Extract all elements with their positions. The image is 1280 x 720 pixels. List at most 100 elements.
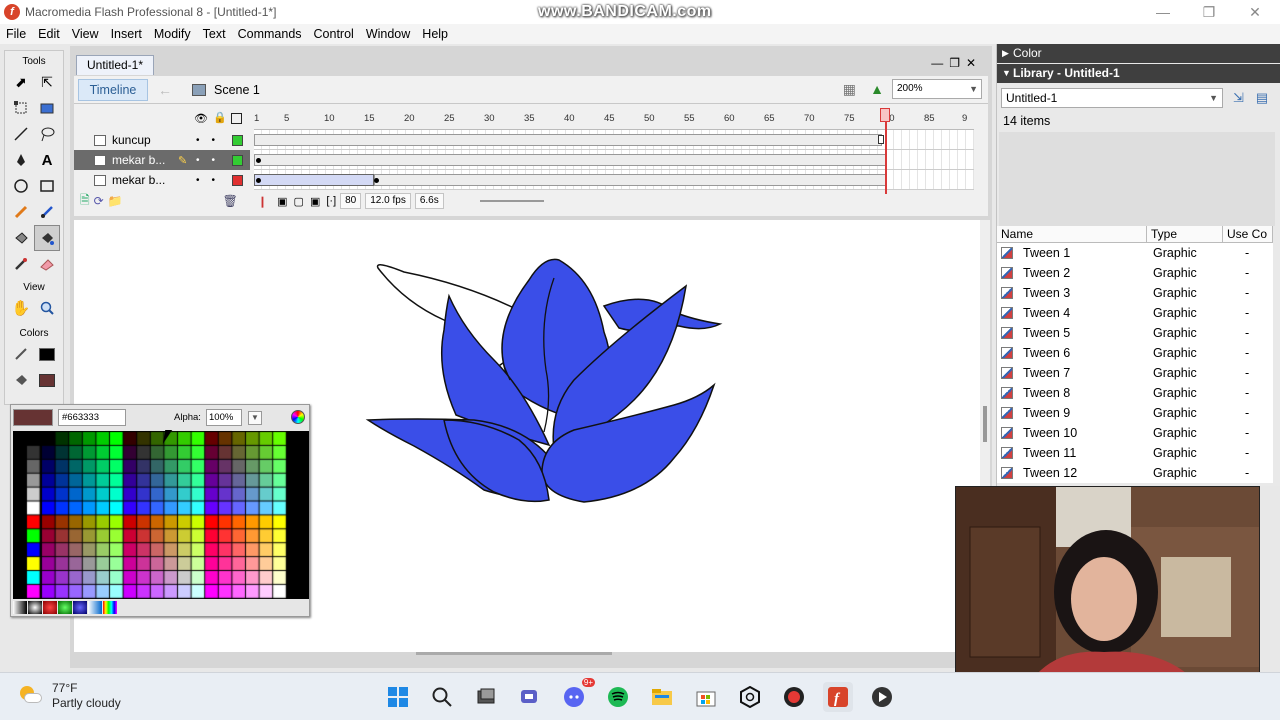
new-library-icon[interactable]: ▤: [1256, 90, 1280, 105]
eyedropper-tool-icon[interactable]: [8, 251, 34, 277]
library-item[interactable]: Tween 2 Graphic -: [997, 263, 1273, 283]
delete-layer-icon[interactable]: 🗑: [223, 194, 238, 208]
frame-ruler[interactable]: 1 5 10 15 20 25 30 35 40 45 50 55 60 65 …: [254, 108, 974, 130]
subselection-tool-icon[interactable]: ⇱: [34, 69, 60, 95]
pencil-tool-icon[interactable]: [8, 199, 34, 225]
ink-bottle-tool-icon[interactable]: [8, 225, 34, 251]
library-item[interactable]: Tween 11 Graphic -: [997, 443, 1273, 463]
library-item[interactable]: Tween 8 Graphic -: [997, 383, 1273, 403]
library-panel-header[interactable]: ▼ Library - Untitled-1: [997, 64, 1280, 83]
fill-color-swatch[interactable]: [34, 367, 60, 393]
eye-icon[interactable]: 👁: [194, 112, 208, 125]
close-button[interactable]: ✕: [1232, 0, 1278, 24]
menu-file[interactable]: File: [0, 27, 32, 41]
stroke-color-swatch[interactable]: [34, 341, 60, 367]
center-frame-icon[interactable]: ❙: [258, 195, 267, 208]
menu-view[interactable]: View: [66, 27, 105, 41]
edit-symbols-icon[interactable]: ▲: [870, 81, 884, 97]
layer-row[interactable]: kuncup ••: [74, 130, 250, 150]
weather-widget[interactable]: 77°F Partly cloudy: [18, 681, 121, 711]
lock-icon[interactable]: 🔒: [213, 111, 227, 124]
layer-outline-color[interactable]: [232, 134, 243, 146]
lasso-tool-icon[interactable]: [34, 121, 60, 147]
line-tool-icon[interactable]: [8, 121, 34, 147]
menu-edit[interactable]: Edit: [32, 27, 66, 41]
alpha-dropdown-button[interactable]: ▼: [248, 411, 262, 425]
gradient-swatches[interactable]: [13, 601, 119, 614]
brush-tool-icon[interactable]: [34, 199, 60, 225]
library-item[interactable]: Tween 12 Graphic -: [997, 463, 1273, 483]
teams-chat-icon[interactable]: [515, 682, 545, 712]
library-item[interactable]: Tween 6 Graphic -: [997, 343, 1273, 363]
outline-icon[interactable]: [231, 113, 242, 124]
layer-row[interactable]: mekar b... ••: [74, 170, 250, 190]
selection-tool-icon[interactable]: ⬈: [8, 69, 34, 95]
timeline-toggle-button[interactable]: Timeline: [78, 78, 148, 101]
hex-input[interactable]: #663333: [58, 409, 126, 426]
column-use-count[interactable]: Use Co: [1223, 226, 1273, 242]
discord-icon[interactable]: 9+: [559, 678, 595, 712]
microsoft-store-icon[interactable]: [691, 682, 721, 712]
rectangle-tool-icon[interactable]: [34, 173, 60, 199]
library-item[interactable]: Tween 1 Graphic -: [997, 243, 1273, 263]
frame-track[interactable]: [254, 170, 974, 190]
column-name[interactable]: Name: [997, 226, 1147, 242]
vscroll-thumb[interactable]: [983, 406, 987, 442]
frame-track[interactable]: [254, 150, 974, 170]
color-wheel-icon[interactable]: [291, 410, 305, 424]
menu-help[interactable]: Help: [416, 27, 454, 41]
document-window-controls[interactable]: —❐✕: [931, 56, 982, 70]
document-tab[interactable]: Untitled-1*: [76, 55, 154, 75]
restore-button[interactable]: ❐: [1186, 0, 1232, 24]
menu-commands[interactable]: Commands: [232, 27, 308, 41]
library-item[interactable]: Tween 5 Graphic -: [997, 323, 1273, 343]
library-item[interactable]: Tween 3 Graphic -: [997, 283, 1273, 303]
library-item[interactable]: Tween 7 Graphic -: [997, 363, 1273, 383]
layer-toggles[interactable]: ••: [196, 135, 227, 146]
free-transform-tool-icon[interactable]: [8, 95, 34, 121]
add-guide-layer-icon[interactable]: ⟳: [94, 194, 104, 208]
timeline-hscroll[interactable]: [479, 200, 544, 202]
layer-row-selected[interactable]: mekar b... ✎ ••: [74, 150, 250, 170]
menu-modify[interactable]: Modify: [148, 27, 197, 41]
eraser-tool-icon[interactable]: [34, 251, 60, 277]
layer-outline-color[interactable]: [232, 154, 243, 166]
library-item[interactable]: Tween 9 Graphic -: [997, 403, 1273, 423]
edit-multiple-frames-icon[interactable]: ▣: [310, 195, 320, 208]
task-view-icon[interactable]: [471, 682, 501, 712]
playhead-handle[interactable]: [880, 108, 890, 122]
edit-scene-icon[interactable]: ▦: [843, 81, 856, 98]
paint-bucket-tool-icon[interactable]: [34, 225, 60, 251]
fill-transform-tool-icon[interactable]: [34, 95, 60, 121]
menu-text[interactable]: Text: [197, 27, 232, 41]
layer-toggles[interactable]: ••: [196, 155, 227, 166]
color-panel-header[interactable]: ▶ Color: [997, 44, 1280, 63]
hand-tool-icon[interactable]: ✋: [8, 295, 34, 321]
onion-outlines-icon[interactable]: ▢: [294, 195, 304, 208]
alpha-input[interactable]: 100%: [206, 409, 242, 426]
pin-icon[interactable]: ⇲: [1233, 90, 1256, 105]
bandicam-record-icon[interactable]: [779, 682, 809, 712]
stage-hscroll[interactable]: [416, 652, 612, 655]
modify-onion-markers-icon[interactable]: [·]: [326, 195, 336, 207]
text-tool-icon[interactable]: A: [34, 147, 60, 173]
column-type[interactable]: Type: [1147, 226, 1223, 242]
menu-control[interactable]: Control: [308, 27, 360, 41]
add-layer-icon[interactable]: 🗎: [80, 191, 90, 212]
oval-tool-icon[interactable]: [8, 173, 34, 199]
library-item[interactable]: Tween 10 Graphic -: [997, 423, 1273, 443]
zoom-select[interactable]: 200% ▼: [892, 79, 982, 99]
swatch-grid[interactable]: [13, 431, 309, 599]
spotify-icon[interactable]: [603, 682, 633, 712]
file-explorer-icon[interactable]: [647, 682, 677, 712]
frame-track[interactable]: [254, 130, 974, 150]
zoom-tool-icon[interactable]: [34, 295, 60, 321]
menu-insert[interactable]: Insert: [105, 27, 148, 41]
layer-toggles[interactable]: ••: [196, 175, 227, 186]
library-document-select[interactable]: Untitled-1 ▼: [1001, 88, 1223, 108]
flash-taskbar-icon[interactable]: f: [823, 682, 853, 712]
pen-tool-icon[interactable]: [8, 147, 34, 173]
library-item[interactable]: Tween 4 Graphic -: [997, 303, 1273, 323]
media-player-icon[interactable]: [867, 682, 897, 712]
windows-start-icon[interactable]: [383, 682, 413, 712]
